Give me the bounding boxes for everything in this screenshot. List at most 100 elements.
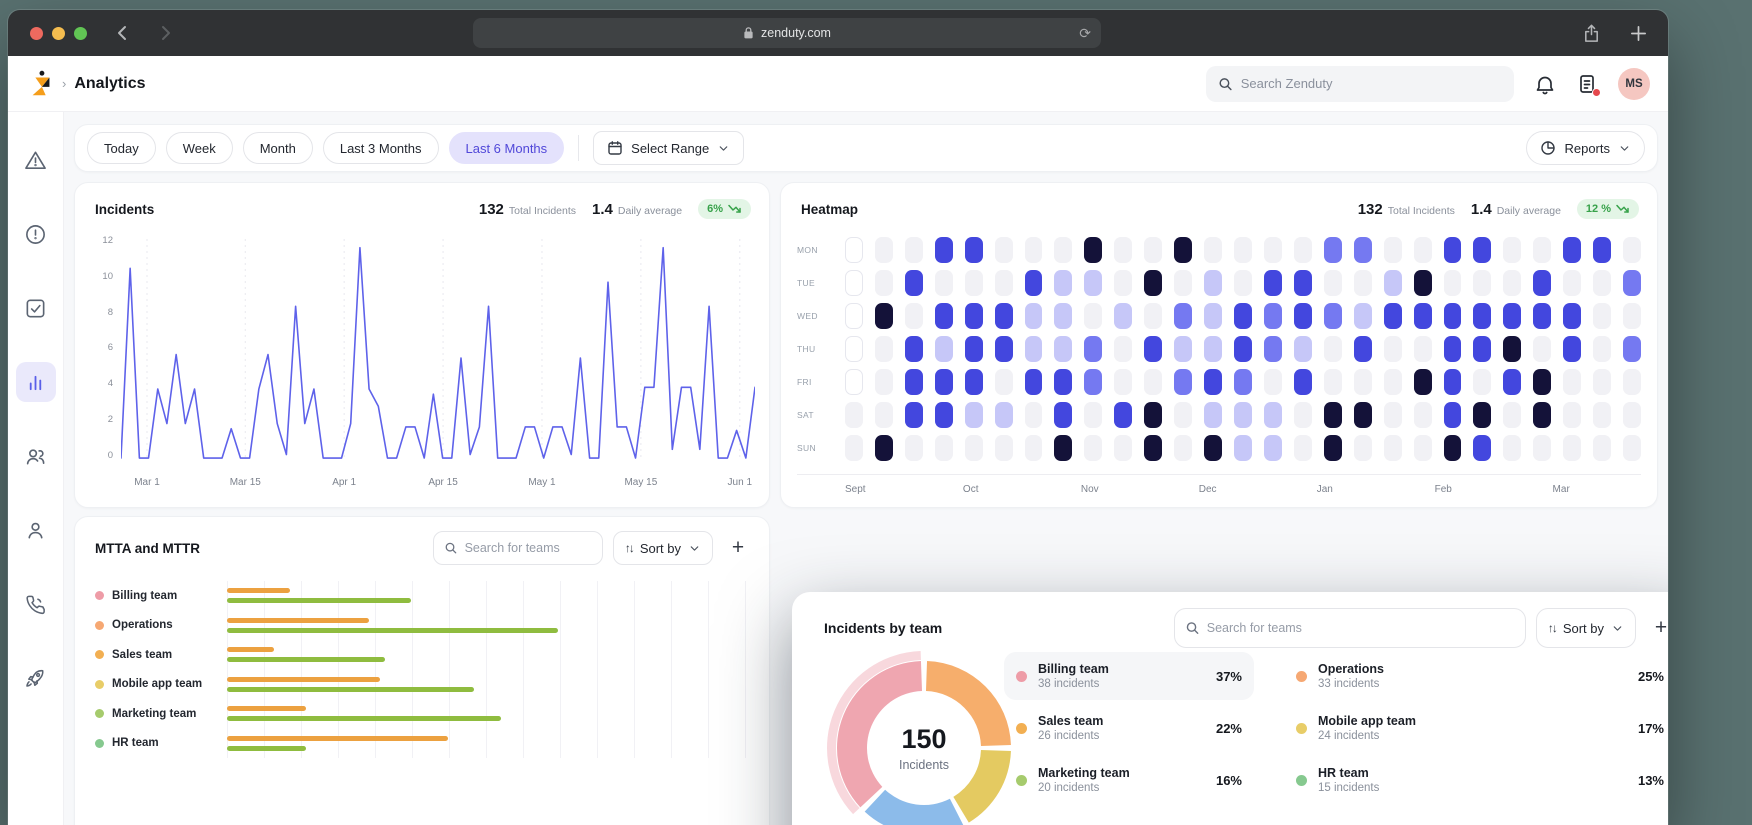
heatmap-cell[interactable]: [1234, 303, 1252, 329]
heatmap-cell[interactable]: [1084, 435, 1102, 461]
heatmap-cell[interactable]: [905, 369, 923, 395]
heatmap-cell[interactable]: [1174, 270, 1192, 296]
heatmap-cell[interactable]: [1324, 402, 1342, 428]
heatmap-cell[interactable]: [1204, 270, 1222, 296]
heatmap-cell[interactable]: [1294, 435, 1312, 461]
heatmap-cell[interactable]: [1533, 270, 1551, 296]
heatmap-cell[interactable]: [875, 303, 893, 329]
heatmap-cell[interactable]: [1533, 237, 1551, 263]
heatmap-cell[interactable]: [1054, 237, 1072, 263]
legend-item[interactable]: Sales team 26 incidents 22%: [1004, 704, 1254, 752]
heatmap-cell[interactable]: [1025, 435, 1043, 461]
heatmap-cell[interactable]: [1444, 303, 1462, 329]
heatmap-cell[interactable]: [1384, 435, 1402, 461]
heatmap-cell[interactable]: [1025, 303, 1043, 329]
heatmap-cell[interactable]: [1593, 369, 1611, 395]
heatmap-cell[interactable]: [1563, 270, 1581, 296]
legend-item[interactable]: Mobile app team 24 incidents 17%: [1284, 704, 1668, 752]
heatmap-cell[interactable]: [875, 435, 893, 461]
heatmap-cell[interactable]: [1294, 336, 1312, 362]
heatmap-cell[interactable]: [995, 237, 1013, 263]
heatmap-cell[interactable]: [1354, 402, 1372, 428]
legend-item[interactable]: HR team 15 incidents 13%: [1284, 756, 1668, 804]
heatmap-cell[interactable]: [1563, 237, 1581, 263]
share-icon[interactable]: [1582, 24, 1601, 43]
heatmap-cell[interactable]: [935, 336, 953, 362]
heatmap-cell[interactable]: [1593, 402, 1611, 428]
legend-item[interactable]: Operations 33 incidents 25%: [1284, 652, 1668, 700]
heatmap-cell[interactable]: [1084, 336, 1102, 362]
heatmap-cell[interactable]: [965, 303, 983, 329]
heatmap-cell[interactable]: [905, 270, 923, 296]
heatmap-cell[interactable]: [1294, 237, 1312, 263]
heatmap-cell[interactable]: [1414, 369, 1432, 395]
heatmap-cell[interactable]: [965, 435, 983, 461]
heatmap-cell[interactable]: [1234, 336, 1252, 362]
zoom-window-button[interactable]: [74, 27, 87, 40]
heatmap-cell[interactable]: [1444, 270, 1462, 296]
heatmap-cell[interactable]: [935, 402, 953, 428]
heatmap-cell[interactable]: [1563, 369, 1581, 395]
heatmap-cell[interactable]: [1025, 270, 1043, 296]
heatmap-cell[interactable]: [1354, 270, 1372, 296]
heatmap-cell[interactable]: [1623, 402, 1641, 428]
heatmap-cell[interactable]: [905, 303, 923, 329]
add-team-button[interactable]: +: [1646, 613, 1668, 643]
heatmap-cell[interactable]: [965, 369, 983, 395]
heatmap-cell[interactable]: [1174, 237, 1192, 263]
heatmap-cell[interactable]: [1084, 303, 1102, 329]
filter-pill-last-3-months[interactable]: Last 3 Months: [323, 132, 439, 164]
heatmap-cell[interactable]: [1473, 303, 1491, 329]
heatmap-cell[interactable]: [1414, 402, 1432, 428]
heatmap-cell[interactable]: [1204, 402, 1222, 428]
heatmap-cell[interactable]: [1414, 435, 1432, 461]
heatmap-cell[interactable]: [1204, 237, 1222, 263]
heatmap-cell[interactable]: [1503, 369, 1521, 395]
heatmap-cell[interactable]: [1264, 369, 1282, 395]
heatmap-cell[interactable]: [1354, 237, 1372, 263]
heatmap-cell[interactable]: [1324, 303, 1342, 329]
heatmap-cell[interactable]: [905, 435, 923, 461]
heatmap-cell[interactable]: [1444, 369, 1462, 395]
zenduty-logo[interactable]: [26, 69, 56, 99]
heatmap-cell[interactable]: [1414, 237, 1432, 263]
heatmap-cell[interactable]: [1234, 369, 1252, 395]
heatmap-cell[interactable]: [1114, 435, 1132, 461]
heatmap-cell[interactable]: [1414, 270, 1432, 296]
heatmap-cell[interactable]: [1234, 435, 1252, 461]
mtta-team-row[interactable]: Sales team: [95, 640, 753, 670]
filter-pill-today[interactable]: Today: [87, 132, 156, 164]
heatmap-cell[interactable]: [1324, 435, 1342, 461]
heatmap-cell[interactable]: [1294, 270, 1312, 296]
reload-icon[interactable]: ⟳: [1079, 25, 1091, 42]
heatmap-cell[interactable]: [1204, 336, 1222, 362]
notifications-bell-icon[interactable]: [1534, 73, 1556, 95]
heatmap-cell[interactable]: [1025, 369, 1043, 395]
heatmap-cell[interactable]: [1114, 270, 1132, 296]
heatmap-cell[interactable]: [935, 435, 953, 461]
heatmap-cell[interactable]: [1144, 303, 1162, 329]
heatmap-cell[interactable]: [1384, 270, 1402, 296]
close-window-button[interactable]: [30, 27, 43, 40]
heatmap-cell[interactable]: [1144, 270, 1162, 296]
heatmap-cell[interactable]: [1264, 402, 1282, 428]
team-search[interactable]: [1174, 608, 1526, 648]
global-search-input[interactable]: [1241, 76, 1502, 91]
avatar[interactable]: MS: [1618, 68, 1650, 100]
heatmap-cell[interactable]: [845, 402, 863, 428]
heatmap-cell[interactable]: [1114, 303, 1132, 329]
heatmap-cell[interactable]: [1144, 435, 1162, 461]
heatmap-cell[interactable]: [1264, 303, 1282, 329]
team-search[interactable]: [433, 531, 603, 565]
heatmap-cell[interactable]: [1054, 369, 1072, 395]
sidebar-item-teams[interactable]: [16, 436, 56, 476]
heatmap-cell[interactable]: [1473, 270, 1491, 296]
new-tab-icon[interactable]: [1629, 24, 1648, 43]
heatmap-cell[interactable]: [1444, 402, 1462, 428]
heatmap-cell[interactable]: [1533, 435, 1551, 461]
heatmap-cell[interactable]: [1593, 237, 1611, 263]
heatmap-cell[interactable]: [1503, 303, 1521, 329]
sidebar-item-incidents[interactable]: [16, 140, 56, 180]
heatmap-cell[interactable]: [1264, 237, 1282, 263]
heatmap-cell[interactable]: [935, 303, 953, 329]
